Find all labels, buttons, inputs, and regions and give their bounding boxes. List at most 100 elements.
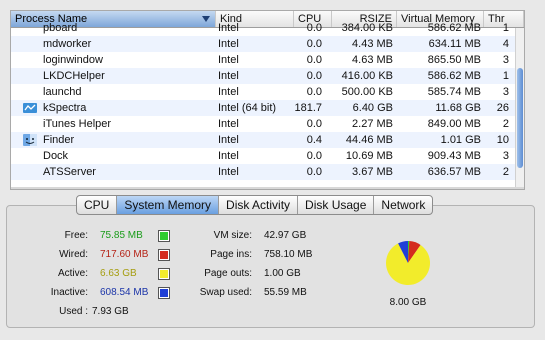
rsize-cell: 416.00 KB bbox=[341, 70, 393, 82]
virtual-memory-cell: 865.50 MB bbox=[427, 54, 481, 66]
wired-value: 717.60 MB bbox=[100, 249, 149, 260]
vm-size-value: 42.97 GB bbox=[264, 230, 307, 241]
cpu-cell: 0.0 bbox=[306, 38, 322, 50]
threads-cell: 10 bbox=[496, 134, 509, 146]
process-name-cell: iTunes Helper bbox=[43, 118, 112, 130]
virtual-memory-cell: 586.62 MB bbox=[427, 22, 481, 34]
cpu-cell: 181.7 bbox=[294, 102, 322, 114]
rsize-cell: 500.00 KB bbox=[341, 86, 393, 98]
inactive-color-swatch[interactable] bbox=[158, 287, 170, 299]
threads-cell: 26 bbox=[496, 102, 509, 114]
threads-cell: 2 bbox=[502, 166, 509, 178]
virtual-memory-cell: 849.00 MB bbox=[427, 118, 481, 130]
tab-disk-usage[interactable]: Disk Usage bbox=[298, 196, 375, 214]
rsize-cell: 6.40 GB bbox=[352, 102, 393, 114]
free-value: 75.85 MB bbox=[100, 230, 143, 241]
table-row[interactable]: Finder Intel 0.4 44.46 MB 1.01 GB 10 bbox=[11, 132, 516, 148]
page-ins-value: 758.10 MB bbox=[264, 249, 313, 260]
virtual-memory-cell: 586.62 MB bbox=[427, 70, 481, 82]
active-value: 6.63 GB bbox=[100, 268, 137, 279]
rsize-cell: 44.46 MB bbox=[345, 134, 393, 146]
table-row[interactable]: loginwindow Intel 0.0 4.63 MB 865.50 MB 3 bbox=[11, 52, 516, 68]
table-row[interactable]: kSpectra Intel (64 bit) 181.7 6.40 GB 11.68 … bbox=[11, 100, 516, 116]
page-outs-label: Page outs: bbox=[204, 268, 252, 279]
virtual-memory-cell: 1.01 GB bbox=[440, 134, 481, 146]
threads-cell: 3 bbox=[502, 54, 509, 66]
table-bottom-edge bbox=[11, 187, 524, 189]
kind-cell: Intel bbox=[218, 134, 239, 146]
kind-cell: Intel (64 bit) bbox=[218, 102, 277, 114]
process-name-cell: LKDCHelper bbox=[43, 70, 105, 82]
rsize-cell: 4.43 MB bbox=[352, 38, 393, 50]
free-label: Free: bbox=[64, 230, 88, 241]
process-name-cell: pboard bbox=[43, 22, 78, 34]
cpu-cell: 0.0 bbox=[306, 86, 322, 98]
tab-network[interactable]: Network bbox=[374, 196, 432, 214]
threads-cell: 3 bbox=[502, 150, 509, 162]
process-name-cell: Dock bbox=[43, 150, 69, 162]
cpu-cell: 0.0 bbox=[306, 54, 322, 66]
kind-cell: Intel bbox=[218, 118, 239, 130]
virtual-memory-cell: 585.74 MB bbox=[427, 86, 481, 98]
rsize-cell: 2.27 MB bbox=[352, 118, 393, 130]
process-name-cell: ATSServer bbox=[43, 166, 96, 178]
virtual-memory-cell: 636.57 MB bbox=[427, 166, 481, 178]
kind-cell: Intel bbox=[218, 54, 239, 66]
process-table[interactable]: Process Name Kind CPU RSIZE Virtual Memo… bbox=[10, 10, 525, 190]
table-row[interactable]: launchd Intel 0.0 500.00 KB 585.74 MB 3 bbox=[11, 84, 516, 100]
process-name-cell: mdworker bbox=[43, 38, 92, 50]
finder-app-icon bbox=[23, 134, 37, 146]
swap-used-value: 55.59 MB bbox=[264, 287, 307, 298]
cpu-cell: 0.0 bbox=[306, 22, 322, 34]
tab-cpu[interactable]: CPU bbox=[77, 196, 118, 214]
threads-cell: 1 bbox=[502, 70, 509, 82]
kind-cell: Intel bbox=[218, 70, 239, 82]
page-outs-value: 1.00 GB bbox=[264, 268, 301, 279]
rsize-cell: 3.67 MB bbox=[352, 166, 393, 178]
total-memory-label: 8.00 GB bbox=[389, 297, 427, 308]
active-color-swatch[interactable] bbox=[158, 268, 170, 280]
table-row[interactable]: ATSServer Intel 0.0 3.67 MB 636.57 MB 2 bbox=[11, 164, 516, 180]
inactive-value: 608.54 MB bbox=[100, 287, 149, 298]
rsize-cell: 10.69 MB bbox=[345, 150, 393, 162]
cpu-cell: 0.0 bbox=[306, 118, 322, 130]
cpu-cell: 0.4 bbox=[306, 134, 322, 146]
table-row[interactable]: Dock Intel 0.0 10.69 MB 909.43 MB 3 bbox=[11, 148, 516, 164]
table-row[interactable]: LKDCHelper Intel 0.0 416.00 KB 586.62 MB 1 bbox=[11, 68, 516, 84]
scrollbar-thumb[interactable] bbox=[517, 68, 523, 168]
process-name-cell: launchd bbox=[43, 86, 82, 98]
kind-cell: Intel bbox=[218, 166, 239, 178]
process-name-cell: Finder bbox=[43, 134, 75, 146]
tab-disk-activity[interactable]: Disk Activity bbox=[219, 196, 299, 214]
monitor-tab-bar: CPU System Memory Disk Activity Disk Usa… bbox=[76, 195, 434, 215]
threads-cell: 3 bbox=[502, 86, 509, 98]
table-row[interactable]: pboard Intel 0.0 384.00 KB 586.62 MB 1 bbox=[11, 20, 516, 36]
table-row[interactable]: mdworker Intel 0.0 4.43 MB 634.11 MB 4 bbox=[11, 36, 516, 52]
virtual-memory-cell: 634.11 MB bbox=[428, 38, 481, 50]
process-name-cell: kSpectra bbox=[43, 102, 87, 114]
memory-pie-chart bbox=[383, 238, 433, 288]
virtual-memory-cell: 909.43 MB bbox=[427, 150, 481, 162]
vertical-scrollbar[interactable] bbox=[515, 28, 524, 189]
kind-cell: Intel bbox=[218, 150, 239, 162]
vm-size-label: VM size: bbox=[213, 230, 252, 241]
cpu-cell: 0.0 bbox=[306, 150, 322, 162]
table-row[interactable]: iTunes Helper Intel 0.0 2.27 MB 849.00 MB 2 bbox=[11, 116, 516, 132]
virtual-memory-cell: 11.68 GB bbox=[435, 102, 481, 114]
process-name-cell: loginwindow bbox=[43, 54, 103, 66]
memory-pie-svg bbox=[386, 241, 430, 285]
used-value: 7.93 GB bbox=[92, 306, 129, 317]
free-color-swatch[interactable] bbox=[158, 230, 170, 242]
inactive-label: Inactive: bbox=[50, 287, 88, 298]
used-label: Used : bbox=[59, 306, 88, 317]
wired-color-swatch[interactable] bbox=[158, 249, 170, 261]
cpu-cell: 0.0 bbox=[306, 166, 322, 178]
threads-cell: 2 bbox=[502, 118, 509, 130]
tab-system-memory[interactable]: System Memory bbox=[117, 196, 220, 214]
cpu-cell: 0.0 bbox=[306, 70, 322, 82]
kind-cell: Intel bbox=[218, 38, 239, 50]
active-label: Active: bbox=[57, 268, 88, 279]
swap-used-label: Swap used: bbox=[199, 287, 252, 298]
threads-cell: 4 bbox=[502, 38, 509, 50]
rsize-cell: 384.00 KB bbox=[341, 22, 393, 34]
